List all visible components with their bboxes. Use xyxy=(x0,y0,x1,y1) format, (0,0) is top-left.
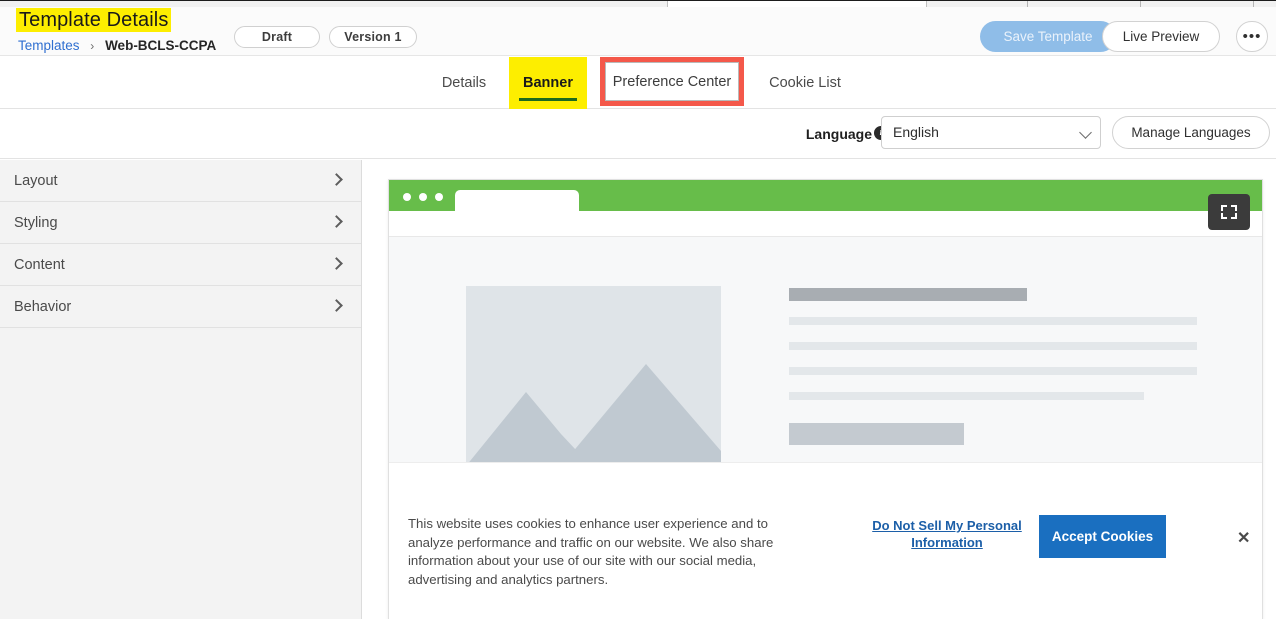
language-select-value: English xyxy=(893,124,939,140)
banner-preview-pane: This website uses cookies to enhance use… xyxy=(363,160,1276,619)
sidebar-item-behavior[interactable]: Behavior xyxy=(0,286,361,328)
window-dot-icon xyxy=(435,193,443,201)
sidebar-empty-area xyxy=(0,328,361,618)
chevron-right-icon xyxy=(330,215,343,228)
chevron-right-icon xyxy=(330,173,343,186)
sidebar-item-layout[interactable]: Layout xyxy=(0,160,361,202)
sidebar-item-label: Content xyxy=(14,256,65,273)
window-dot-icon xyxy=(403,193,411,201)
breadcrumb-link-templates[interactable]: Templates xyxy=(18,38,80,53)
app-root: Template Details Templates › Web-BCLS-CC… xyxy=(0,0,1276,619)
browser-tabstrip xyxy=(0,0,1276,7)
accept-cookies-button[interactable]: Accept Cookies xyxy=(1039,515,1166,558)
breadcrumb-separator: › xyxy=(90,39,95,53)
tab-details[interactable]: Details xyxy=(425,57,503,109)
browser-mockup-addressbar xyxy=(389,211,1262,237)
button-placeholder xyxy=(789,423,964,445)
breadcrumb: Templates › Web-BCLS-CCPA xyxy=(18,38,216,54)
sidebar-item-label: Behavior xyxy=(14,298,72,315)
breadcrumb-current: Web-BCLS-CCPA xyxy=(105,38,217,53)
page-title-wrap: Template Details xyxy=(16,8,172,32)
close-icon[interactable]: ✕ xyxy=(1237,528,1250,548)
text-line-placeholder xyxy=(789,367,1197,375)
do-not-sell-link[interactable]: Do Not Sell My Personal Information xyxy=(867,517,1027,551)
browser-mockup: This website uses cookies to enhance use… xyxy=(388,179,1263,619)
live-preview-button[interactable]: Live Preview xyxy=(1102,21,1220,52)
text-line-placeholder xyxy=(789,392,1144,400)
tab-preference-center-label: Preference Center xyxy=(605,62,739,101)
browser-mockup-titlebar xyxy=(389,180,1262,211)
text-line-placeholder xyxy=(789,317,1197,325)
heading-placeholder xyxy=(789,288,1027,301)
chevron-down-icon xyxy=(1079,126,1092,139)
manage-languages-button[interactable]: Manage Languages xyxy=(1112,116,1270,149)
chevron-right-icon xyxy=(330,299,343,312)
sidebar-item-label: Layout xyxy=(14,172,58,189)
settings-sidebar: Layout Styling Content Behavior xyxy=(0,160,362,619)
cookie-consent-banner: This website uses cookies to enhance use… xyxy=(389,462,1262,619)
window-dot-icon xyxy=(419,193,427,201)
tab-bar: Details Banner Preference Center Cookie … xyxy=(0,57,1276,109)
tab-preference-center[interactable]: Preference Center xyxy=(600,57,744,109)
language-label: Language xyxy=(805,126,872,142)
status-badge-draft: Draft xyxy=(234,26,320,48)
version-badge: Version 1 xyxy=(329,26,417,48)
page-header: Template Details Templates › Web-BCLS-CC… xyxy=(0,7,1276,56)
chevron-right-icon xyxy=(330,257,343,270)
fullscreen-expand-icon xyxy=(1221,205,1237,219)
sidebar-item-styling[interactable]: Styling xyxy=(0,202,361,244)
sidebar-item-label: Styling xyxy=(14,214,58,231)
browser-mockup-tab xyxy=(455,190,579,211)
tab-cookie-list[interactable]: Cookie List xyxy=(758,57,852,109)
language-select[interactable]: English xyxy=(881,116,1101,149)
text-line-placeholder xyxy=(789,342,1197,350)
mountain-icon xyxy=(466,364,721,466)
tab-banner[interactable]: Banner xyxy=(509,57,587,109)
image-placeholder xyxy=(466,286,721,466)
browser-tabstrip-sliver xyxy=(0,0,1276,7)
save-template-button[interactable]: Save Template xyxy=(980,21,1116,52)
sidebar-item-content[interactable]: Content xyxy=(0,244,361,286)
cookie-banner-text: This website uses cookies to enhance use… xyxy=(408,516,774,587)
fullscreen-button[interactable] xyxy=(1208,194,1250,230)
page-title: Template Details xyxy=(16,8,172,32)
more-options-icon[interactable]: ••• xyxy=(1236,21,1268,52)
